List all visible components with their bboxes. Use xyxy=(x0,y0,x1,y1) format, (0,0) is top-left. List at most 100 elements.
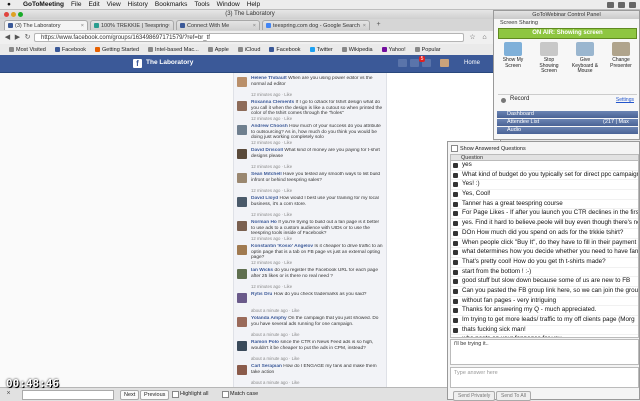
commenter-avatar[interactable] xyxy=(237,101,247,111)
menu-history[interactable]: History xyxy=(128,1,148,8)
question-row[interactable]: yes xyxy=(451,161,638,171)
comment-timestamp[interactable]: 12 minutes ago · Like xyxy=(251,284,292,289)
commenter-name[interactable]: Helene Thibault xyxy=(251,76,287,81)
new-tab-icon[interactable]: + xyxy=(374,20,383,29)
bookmark-intel-mac[interactable]: Intel-based Mac... xyxy=(148,47,199,53)
comment-timestamp[interactable]: 12 minutes ago · Like xyxy=(251,92,292,97)
show-answered-checkbox[interactable] xyxy=(451,145,458,152)
messages-icon[interactable] xyxy=(410,59,419,67)
address-bar[interactable]: https://www.facebook.com/groups/16349869… xyxy=(34,33,464,42)
change-presenter-button[interactable]: Change Presenter xyxy=(606,42,636,69)
commenter-avatar[interactable] xyxy=(237,149,247,159)
give-keyboard-mouse-button[interactable]: Give Keyboard & Mouse xyxy=(570,42,600,75)
home-link[interactable]: Home xyxy=(464,60,480,66)
dashboard-header[interactable]: Dashboard xyxy=(497,111,638,118)
question-row[interactable]: good stuff but slow down because some of… xyxy=(451,277,638,287)
comment-timestamp[interactable]: 12 minutes ago · Like xyxy=(251,188,292,193)
bookmark-facebook[interactable]: Facebook xyxy=(54,47,86,53)
question-row[interactable]: without fan pages - very intriguing xyxy=(451,297,638,307)
commenter-name[interactable]: Carl Serapian xyxy=(251,364,282,369)
attendee-list-header[interactable]: Attendee List (217 | Max 1001) xyxy=(497,119,638,132)
bookmark-yahoo[interactable]: Yahoo! xyxy=(381,47,406,53)
bookmark-wikipedia[interactable]: Wikipedia xyxy=(341,47,373,53)
menu-window[interactable]: Window xyxy=(217,1,240,8)
match-case-checkbox[interactable] xyxy=(222,391,229,398)
comment-timestamp[interactable]: 12 minutes ago · Like xyxy=(251,212,292,217)
comment-timestamp[interactable]: 12 minutes ago · Like xyxy=(251,260,292,265)
close-find-icon[interactable]: × xyxy=(4,389,13,398)
comment-timestamp[interactable]: 12 minutes ago · Like xyxy=(251,116,292,121)
question-row[interactable]: yes. Find it hard to believe.peole will … xyxy=(451,219,638,229)
question-row[interactable]: DOn How much did you spend on ads for th… xyxy=(451,229,638,239)
battery-icon[interactable] xyxy=(618,1,625,8)
menu-tools[interactable]: Tools xyxy=(194,1,209,8)
question-row[interactable]: what determines how you decide whether y… xyxy=(451,248,638,258)
question-row[interactable]: For Page Likes - If after you launch you… xyxy=(451,209,638,220)
question-row[interactable]: What kind of budget do you typically set… xyxy=(451,171,638,181)
tab-connect-with-me[interactable]: Connect With Me × xyxy=(176,20,260,30)
question-row[interactable]: Im trying to get more leads/ traffic to … xyxy=(451,316,638,326)
question-column-header[interactable]: Question xyxy=(450,154,639,161)
commenter-name[interactable]: Ramon Polo xyxy=(251,340,279,345)
comment-timestamp[interactable]: 12 minutes ago · Like xyxy=(251,164,292,169)
record-icon[interactable] xyxy=(501,98,506,103)
star-icon[interactable]: ☆ xyxy=(468,33,477,42)
menu-bookmarks[interactable]: Bookmarks xyxy=(155,1,188,8)
wifi-icon[interactable] xyxy=(607,1,614,8)
question-row[interactable]: Yes! :) xyxy=(451,180,638,191)
question-row[interactable]: When people click "Buy It", do they have… xyxy=(451,239,638,249)
comment-timestamp[interactable]: 12 minutes ago · Like xyxy=(251,140,292,145)
commenter-avatar[interactable] xyxy=(237,125,247,135)
bookmark-facebook-2[interactable]: Facebook xyxy=(269,47,301,53)
reload-icon[interactable]: ↻ xyxy=(23,33,32,42)
screen-sharing-header[interactable]: Screen Sharing xyxy=(500,20,538,26)
highlight-all-checkbox[interactable] xyxy=(172,391,179,398)
show-answered-row[interactable]: Show Answered Questions xyxy=(451,145,526,152)
close-tab-icon[interactable]: × xyxy=(363,21,366,30)
commenter-name[interactable]: David Driscoll xyxy=(251,148,283,153)
commenter-avatar[interactable] xyxy=(237,293,247,303)
audio-header[interactable]: Audio xyxy=(497,127,638,134)
bookmark-popular[interactable]: Popular xyxy=(414,47,441,53)
commenter-avatar[interactable] xyxy=(237,317,247,327)
commenter-avatar[interactable] xyxy=(237,197,247,207)
commenter-name[interactable]: Konstantin 'Kosio' Angelov xyxy=(251,244,313,249)
answer-input[interactable]: Type answer here xyxy=(450,367,639,388)
commenter-avatar[interactable] xyxy=(237,173,247,183)
find-next-button[interactable]: Next xyxy=(120,390,140,400)
commenter-name[interactable]: Andrew Choosh xyxy=(251,124,288,129)
apple-icon[interactable]: ● xyxy=(7,1,11,8)
menu-app-name[interactable]: GoToMeeting xyxy=(23,1,64,8)
record-settings-link[interactable]: Settings xyxy=(616,97,634,103)
commenter-name[interactable]: Sean Mitchell xyxy=(251,172,282,177)
commenter-avatar[interactable] xyxy=(237,221,247,231)
zoom-window-icon[interactable] xyxy=(18,12,23,17)
bookmark-icloud[interactable]: iCloud xyxy=(237,47,260,53)
commenter-name[interactable]: Roxanna Clements xyxy=(251,100,294,105)
stop-showing-screen-button[interactable]: Stop Showing Screen xyxy=(534,42,564,75)
question-row[interactable]: start from the bottom ! :-) xyxy=(451,268,638,278)
minimize-window-icon[interactable] xyxy=(11,12,16,17)
group-title[interactable]: The Laboratory xyxy=(146,59,193,66)
commenter-avatar[interactable] xyxy=(237,245,247,255)
question-row[interactable]: Yes, Cool! xyxy=(451,190,638,200)
comment-timestamp[interactable]: about a minute ago · Like xyxy=(251,332,300,337)
tab-the-laboratory[interactable]: (3) The Laboratory × xyxy=(4,20,88,30)
back-arrow-icon[interactable]: ◀ xyxy=(3,33,12,42)
home-icon[interactable]: ⌂ xyxy=(480,33,489,42)
menu-view[interactable]: View xyxy=(107,1,121,8)
bookmark-most-visited[interactable]: Most Visited xyxy=(9,47,46,53)
comment-timestamp[interactable]: about a minute ago · Like xyxy=(251,356,300,361)
menu-help[interactable]: Help xyxy=(247,1,260,8)
bookmark-twitter[interactable]: Twitter xyxy=(309,47,333,53)
question-row[interactable]: thats fucking sick man! xyxy=(451,326,638,336)
commenter-avatar[interactable] xyxy=(237,365,247,375)
comment-timestamp[interactable]: about a minute ago · Like xyxy=(251,380,300,385)
commenter-name[interactable]: Rytis Dru xyxy=(251,292,272,297)
commenter-name[interactable]: David Lloyd xyxy=(251,196,278,201)
comment-timestamp[interactable]: 12 minutes ago · Like xyxy=(251,236,292,241)
close-window-icon[interactable] xyxy=(4,12,9,17)
question-row[interactable]: Can you pasted the FB group link here, s… xyxy=(451,287,638,297)
close-tab-icon[interactable]: × xyxy=(253,21,256,30)
question-row[interactable]: That's pretty cool! How do you get th t-… xyxy=(451,258,638,268)
